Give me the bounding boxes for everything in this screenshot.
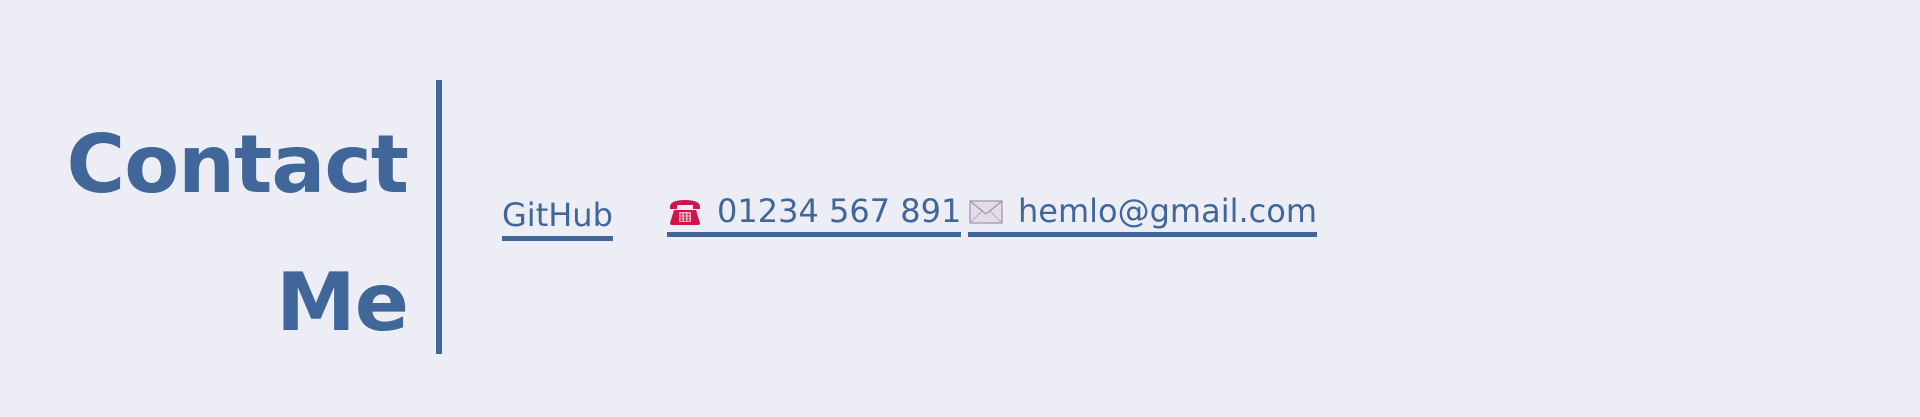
phone-link[interactable]: 01234 567 891: [667, 192, 962, 237]
email-link-label: hemlo@gmail.com: [1018, 192, 1317, 230]
heading-line-contact: Contact: [66, 118, 409, 211]
telephone-icon: [667, 196, 703, 226]
section-heading: Contact Me: [60, 96, 409, 372]
github-link-label: GitHub: [502, 196, 613, 234]
github-link[interactable]: GitHub: [502, 196, 613, 241]
envelope-icon: [968, 196, 1004, 226]
email-link[interactable]: hemlo@gmail.com: [968, 192, 1317, 237]
heading-line-me: Me: [276, 256, 409, 349]
vertical-divider: [436, 80, 442, 354]
phone-link-label: 01234 567 891: [717, 192, 962, 230]
contact-section: Contact Me GitHub 01234 567 891 hemlo@gm…: [0, 0, 1920, 417]
